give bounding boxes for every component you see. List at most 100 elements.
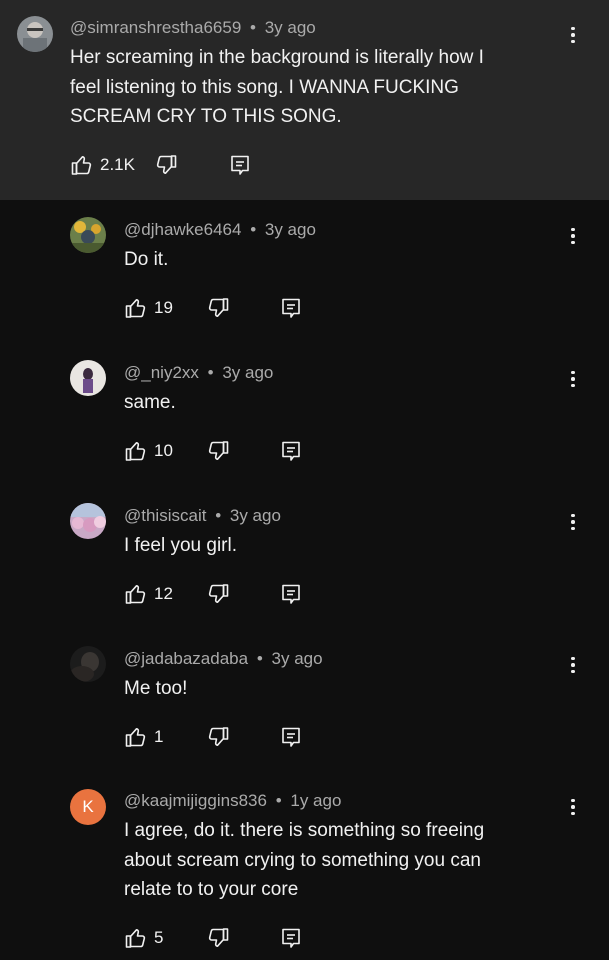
highlighted-comment: @simranshrestha6659 • 3y ago Her screami… — [0, 0, 609, 200]
more-vertical-icon — [571, 370, 575, 375]
reply-comment-icon — [228, 153, 252, 177]
comment-text: I feel you girl. — [124, 531, 237, 561]
thumbs-up-icon — [124, 926, 148, 950]
comment-text-line: relate to to your core — [124, 879, 299, 900]
thumbs-down-icon — [154, 153, 178, 177]
reply-button[interactable] — [279, 923, 303, 953]
meta-separator: • — [207, 363, 214, 382]
reply-comment-icon — [279, 926, 303, 950]
comment-actions: 5 — [124, 923, 324, 953]
avatar[interactable] — [70, 646, 106, 682]
comment-text: Do it. — [124, 245, 168, 275]
comment-text-line: Do it. — [124, 249, 169, 270]
comment-text-line: I agree, do it. there is something so fr… — [124, 820, 485, 841]
meta-separator: • — [215, 506, 222, 525]
like-count: 2.1K — [100, 155, 135, 174]
comment-text-line: same. — [124, 392, 176, 413]
reply-comment-icon — [279, 725, 303, 749]
like-button[interactable]: 5 — [124, 923, 163, 953]
like-count: 5 — [154, 928, 164, 947]
thumbs-up-icon — [124, 582, 148, 606]
like-button[interactable]: 10 — [124, 436, 173, 466]
like-button[interactable]: 2.1K — [70, 150, 135, 180]
comment-time: 1y ago — [290, 791, 342, 810]
avatar[interactable] — [17, 16, 53, 52]
reply-button[interactable] — [279, 579, 303, 609]
comment-actions: 1 — [124, 722, 324, 752]
reply-button[interactable] — [279, 436, 303, 466]
more-vertical-icon — [571, 227, 575, 232]
reply-button[interactable] — [279, 293, 303, 323]
more-vertical-icon — [571, 656, 575, 661]
reply-comment-icon — [279, 582, 303, 606]
more-vertical-icon — [571, 26, 575, 31]
meta-separator: • — [256, 649, 263, 668]
like-button[interactable]: 12 — [124, 579, 173, 609]
meta-separator: • — [275, 791, 282, 810]
comment-author[interactable]: @kaajmijiggins836 — [124, 791, 267, 810]
reply-button[interactable] — [228, 150, 252, 180]
avatar-letter: K — [82, 797, 94, 816]
comment-text-line: Me too! — [124, 678, 188, 699]
comment-text: Her screaming in the background is liter… — [70, 43, 484, 132]
comment-author[interactable]: @jadabazadaba — [124, 649, 248, 668]
comment-time: 3y ago — [271, 649, 323, 668]
thumbs-down-icon — [206, 439, 230, 463]
reply-comment-icon — [279, 439, 303, 463]
comment-actions: 19 — [124, 293, 324, 323]
dislike-button[interactable] — [206, 923, 230, 953]
meta-separator: • — [250, 220, 257, 239]
comment-text: same. — [124, 388, 176, 418]
comment-author[interactable]: @djhawke6464 — [124, 220, 241, 239]
comment-author[interactable]: @simranshrestha6659 — [70, 18, 241, 37]
comment-actions: 2.1K — [70, 150, 270, 180]
thumbs-up-icon — [124, 725, 148, 749]
thumbs-up-icon — [124, 296, 148, 320]
comment-author[interactable]: @_niy2xx — [124, 363, 199, 382]
more-options-button[interactable] — [563, 507, 583, 537]
comment-time: 3y ago — [264, 18, 316, 37]
dislike-button[interactable] — [206, 436, 230, 466]
comment-text: I agree, do it. there is something so fr… — [124, 816, 484, 905]
comment-text-line: I feel you girl. — [124, 535, 237, 556]
more-options-button[interactable] — [563, 792, 583, 822]
avatar[interactable] — [70, 503, 106, 539]
reply-button[interactable] — [279, 722, 303, 752]
comment-actions: 12 — [124, 579, 324, 609]
like-button[interactable]: 1 — [124, 722, 163, 752]
more-options-button[interactable] — [563, 650, 583, 680]
comment-text-line: about scream crying to something you can — [124, 849, 481, 871]
comment-text-line: SCREAM CRY TO THIS SONG. — [70, 106, 342, 127]
more-options-button[interactable] — [563, 364, 583, 394]
like-button[interactable]: 19 — [124, 293, 173, 323]
thumbs-down-icon — [206, 725, 230, 749]
comment-time: 3y ago — [264, 220, 316, 239]
like-count: 1 — [154, 727, 164, 746]
more-options-button[interactable] — [563, 221, 583, 251]
dislike-button[interactable] — [206, 722, 230, 752]
comment-text-line: Her screaming in the background is liter… — [70, 47, 484, 68]
thumbs-down-icon — [206, 926, 230, 950]
meta-separator: • — [250, 18, 256, 37]
comment-author[interactable]: @thisiscait — [124, 506, 206, 525]
thumbs-down-icon — [206, 296, 230, 320]
more-options-button[interactable] — [563, 20, 583, 50]
comment-text: Me too! — [124, 674, 187, 704]
avatar[interactable] — [70, 360, 106, 396]
like-count: 10 — [154, 441, 173, 460]
more-vertical-icon — [571, 513, 575, 518]
like-count: 19 — [154, 298, 173, 317]
avatar[interactable]: K — [70, 789, 106, 825]
comment-time: 3y ago — [229, 506, 281, 525]
reply-comment-icon — [279, 296, 303, 320]
dislike-button[interactable] — [206, 293, 230, 323]
comment-actions: 10 — [124, 436, 324, 466]
comment-time: 3y ago — [222, 363, 274, 382]
avatar[interactable] — [70, 217, 106, 253]
thumbs-up-icon — [124, 439, 148, 463]
comment-text-line: feel listening to this song. I WANNA FUC… — [70, 76, 459, 98]
dislike-button[interactable] — [154, 150, 178, 180]
like-count: 12 — [154, 584, 173, 603]
dislike-button[interactable] — [206, 579, 230, 609]
thumbs-up-icon — [70, 153, 94, 177]
